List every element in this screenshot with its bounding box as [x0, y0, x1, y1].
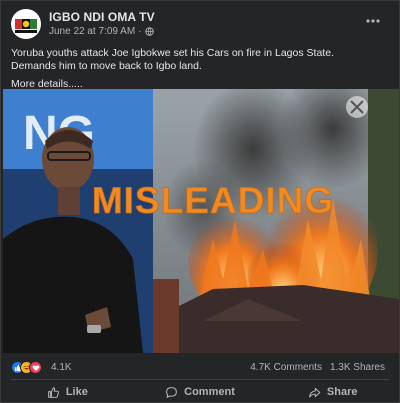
- share-button[interactable]: Share: [266, 381, 399, 403]
- reaction-count[interactable]: 4.1K: [51, 362, 72, 373]
- more-options-icon[interactable]: [365, 15, 381, 25]
- misleading-label: MISLEADING: [92, 180, 334, 221]
- post-meta: June 22 at 7:09 AM ·: [49, 26, 154, 37]
- meta-separator: ·: [138, 26, 142, 37]
- comment-icon: [166, 386, 178, 398]
- post-card: IGBO NDI OMA TV June 22 at 7:09 AM · Yor…: [0, 0, 400, 403]
- love-icon: [29, 361, 42, 374]
- share-icon: [308, 387, 321, 397]
- like-label: Like: [65, 386, 88, 398]
- page-avatar[interactable]: [11, 9, 41, 39]
- caption-line-2: Demands him to move back to Igbo land.: [11, 60, 202, 72]
- like-button[interactable]: Like: [1, 381, 134, 403]
- post-stats: 4.7K Comments 1.3K Shares: [250, 362, 385, 373]
- globe-icon: [144, 27, 154, 36]
- comments-count[interactable]: 4.7K Comments: [250, 362, 322, 373]
- post-timestamp[interactable]: June 22 at 7:09 AM: [49, 26, 135, 37]
- comment-label: Comment: [184, 386, 235, 398]
- thumbs-up-icon: [47, 386, 59, 398]
- action-divider: [11, 379, 389, 380]
- post-photo[interactable]: NG: [3, 89, 399, 353]
- share-label: Share: [326, 386, 358, 398]
- shares-count[interactable]: 1.3K Shares: [330, 362, 385, 373]
- post-header: IGBO NDI OMA TV June 22 at 7:09 AM ·: [11, 9, 389, 41]
- comment-button[interactable]: Comment: [134, 381, 267, 403]
- photo-image: NG: [3, 89, 399, 353]
- page-logo-icon: [12, 10, 40, 38]
- reaction-icons[interactable]: [11, 361, 42, 374]
- page-name[interactable]: IGBO NDI OMA TV: [49, 10, 155, 24]
- caption-line-1: Yoruba youths attack Joe Igbokwe set his…: [11, 47, 334, 59]
- engagement-bar: 4.1K 4.7K Comments 1.3K Shares: [11, 361, 387, 375]
- post-caption: Yoruba youths attack Joe Igbokwe set his…: [11, 47, 387, 91]
- post-actions: Like Comment Share: [1, 381, 399, 403]
